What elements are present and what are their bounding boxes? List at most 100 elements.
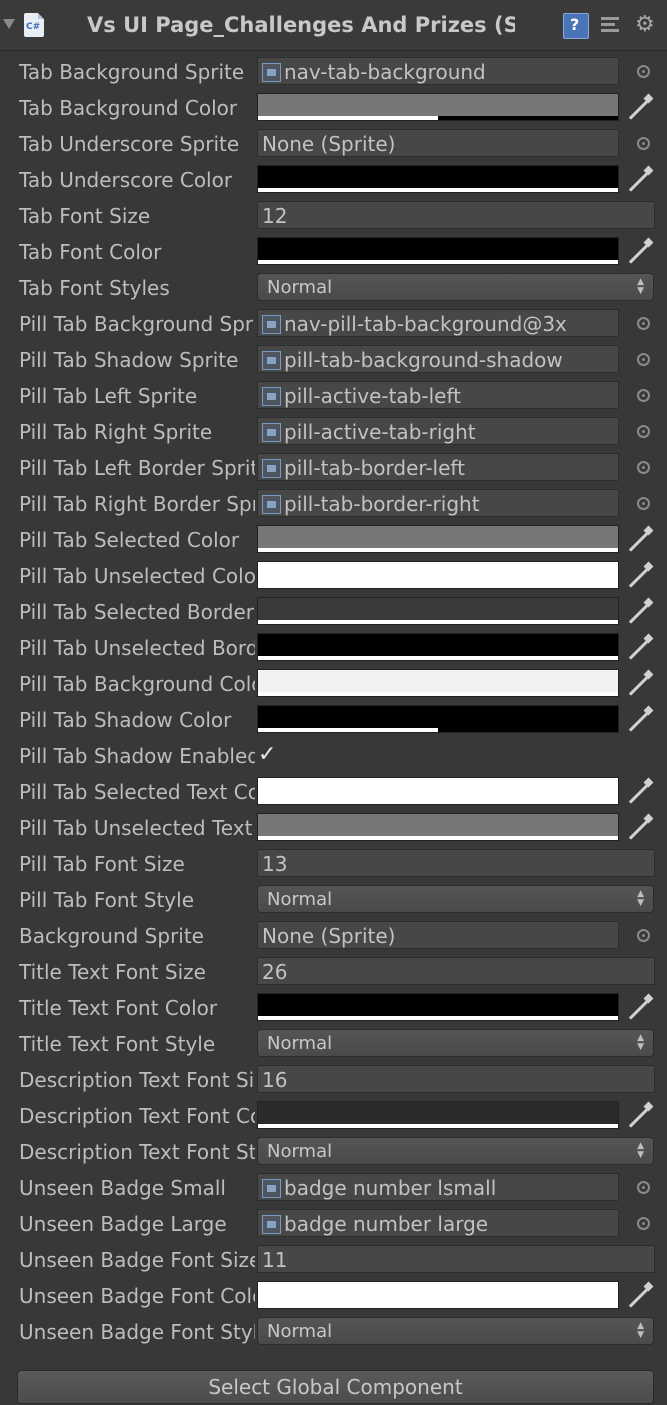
- property-row: Unseen Badge Small badge number lsmall: [0, 1170, 667, 1206]
- alpha-bar: [258, 836, 618, 840]
- property-row: Title Text Font Size 26: [0, 954, 667, 990]
- color-swatch[interactable]: [257, 777, 619, 805]
- color-swatch[interactable]: [257, 633, 619, 661]
- eyedropper-icon[interactable]: [627, 635, 653, 661]
- property-row: Tab Font Styles Normal ▲ ▼: [0, 270, 667, 306]
- font-style-dropdown[interactable]: Normal ▲ ▼: [257, 1029, 654, 1057]
- color-swatch[interactable]: [257, 165, 619, 193]
- property-row: Pill Tab Selected Color: [0, 522, 667, 558]
- eyedropper-icon[interactable]: [627, 1283, 653, 1309]
- number-field[interactable]: 16: [257, 1065, 655, 1093]
- eyedropper-icon[interactable]: [627, 167, 653, 193]
- color-swatch[interactable]: [257, 1281, 619, 1309]
- property-label: Pill Tab Background Color: [19, 672, 255, 696]
- font-style-dropdown[interactable]: Normal ▲ ▼: [257, 885, 654, 913]
- property-row: Pill Tab Font Style Normal ▲ ▼: [0, 882, 667, 918]
- object-picker-icon[interactable]: [637, 425, 650, 438]
- alpha-bar: [258, 116, 438, 120]
- presets-icon[interactable]: [599, 13, 623, 37]
- eyedropper-icon[interactable]: [627, 239, 653, 265]
- eyedropper-icon[interactable]: [627, 995, 653, 1021]
- foldout-arrow-icon[interactable]: [3, 19, 15, 29]
- property-label: Tab Background Color: [19, 96, 238, 120]
- eyedropper-icon[interactable]: [627, 1103, 653, 1129]
- sprite-field[interactable]: pill-active-tab-left: [257, 381, 619, 409]
- color-swatch[interactable]: [257, 93, 619, 121]
- eyedropper-icon[interactable]: [627, 815, 653, 841]
- property-row: Description Text Font Style Normal ▲▼: [0, 1134, 667, 1170]
- object-picker-icon[interactable]: [637, 65, 650, 78]
- object-picker-icon[interactable]: [637, 461, 650, 474]
- object-picker-icon[interactable]: [637, 389, 650, 402]
- color-swatch[interactable]: [257, 1101, 619, 1129]
- sprite-field[interactable]: pill-tab-border-left: [257, 453, 619, 481]
- font-style-dropdown[interactable]: Normal ▲ ▼: [257, 273, 654, 301]
- color-swatch[interactable]: [257, 705, 619, 733]
- dropdown-value: Normal: [267, 1321, 333, 1342]
- number-field[interactable]: 26: [257, 957, 655, 985]
- property-row: Title Text Font Style Normal ▲ ▼: [0, 1026, 667, 1062]
- sprite-field[interactable]: None (Sprite): [257, 921, 619, 949]
- font-style-dropdown[interactable]: Normal ▲ ▼: [257, 1137, 654, 1165]
- alpha-bar-remainder: [438, 728, 618, 732]
- component-header: C# Vs UI Page_Challenges And Prizes (Scr…: [0, 0, 667, 51]
- property-label: Tab Font Size: [19, 204, 151, 228]
- property-label: Pill Tab Selected Border Color: [19, 600, 255, 624]
- property-label: Unseen Badge Font Color: [19, 1284, 255, 1308]
- property-row: Tab Background Color: [0, 90, 667, 126]
- sprite-field[interactable]: nav-pill-tab-background@3x: [257, 309, 619, 337]
- object-picker-icon[interactable]: [637, 353, 650, 366]
- dropdown-arrows-icon: ▲ ▼: [637, 277, 644, 296]
- property-label: Pill Tab Unselected Color: [19, 564, 255, 588]
- color-swatch[interactable]: [257, 669, 619, 697]
- sprite-field[interactable]: badge number large: [257, 1209, 619, 1237]
- eyedropper-icon[interactable]: [627, 599, 653, 625]
- font-style-dropdown[interactable]: Normal ▲ ▼: [257, 1317, 654, 1345]
- object-picker-icon[interactable]: [637, 497, 650, 510]
- property-row: Description Text Font Color: [0, 1098, 667, 1134]
- eyedropper-icon[interactable]: [627, 527, 653, 553]
- color-swatch[interactable]: [257, 525, 619, 553]
- sprite-field[interactable]: pill-tab-border-right: [257, 489, 619, 517]
- sprite-field[interactable]: None (Sprite): [257, 129, 619, 157]
- eyedropper-icon[interactable]: [627, 779, 653, 805]
- component-title: Vs UI Page_Challenges And Prizes (Scr: [87, 13, 515, 37]
- number-field[interactable]: 12: [257, 201, 655, 229]
- gear-icon[interactable]: ⚙: [635, 13, 659, 37]
- sprite-field-value: badge number lsmall: [284, 1176, 497, 1200]
- number-field[interactable]: 11: [257, 1245, 655, 1273]
- color-swatch[interactable]: [257, 993, 619, 1021]
- sprite-icon: [262, 387, 281, 406]
- property-label: Tab Font Styles: [19, 276, 170, 300]
- object-picker-icon[interactable]: [637, 1181, 650, 1194]
- color-swatch[interactable]: [257, 597, 619, 625]
- color-swatch[interactable]: [257, 561, 619, 589]
- eyedropper-icon[interactable]: [627, 707, 653, 733]
- sprite-field-value: nav-tab-background: [284, 60, 486, 84]
- dropdown-value: Normal: [267, 1141, 333, 1162]
- checkbox[interactable]: ✓: [258, 744, 281, 767]
- color-swatch[interactable]: [257, 237, 619, 265]
- sprite-field-value: pill-tab-border-right: [284, 492, 480, 516]
- sprite-field[interactable]: badge number lsmall: [257, 1173, 619, 1201]
- alpha-bar-remainder: [438, 116, 618, 120]
- color-swatch[interactable]: [257, 813, 619, 841]
- number-field[interactable]: 13: [257, 849, 655, 877]
- object-picker-icon[interactable]: [637, 1217, 650, 1230]
- help-icon-text: ?: [570, 15, 580, 34]
- sprite-field[interactable]: nav-tab-background: [257, 57, 619, 85]
- eyedropper-icon[interactable]: [627, 563, 653, 589]
- object-picker-icon[interactable]: [637, 137, 650, 150]
- object-picker-icon[interactable]: [637, 929, 650, 942]
- eyedropper-icon[interactable]: [627, 95, 653, 121]
- sprite-field[interactable]: pill-tab-background-shadow: [257, 345, 619, 373]
- select-global-component-button[interactable]: Select Global Component: [17, 1370, 654, 1404]
- help-icon[interactable]: ?: [563, 13, 589, 39]
- property-row: Title Text Font Color: [0, 990, 667, 1026]
- eyedropper-icon[interactable]: [627, 671, 653, 697]
- dropdown-arrows-icon: ▲ ▼: [637, 1141, 644, 1160]
- alpha-bar: [258, 584, 618, 588]
- sprite-field[interactable]: pill-active-tab-right: [257, 417, 619, 445]
- object-picker-icon[interactable]: [637, 317, 650, 330]
- alpha-bar: [258, 800, 618, 804]
